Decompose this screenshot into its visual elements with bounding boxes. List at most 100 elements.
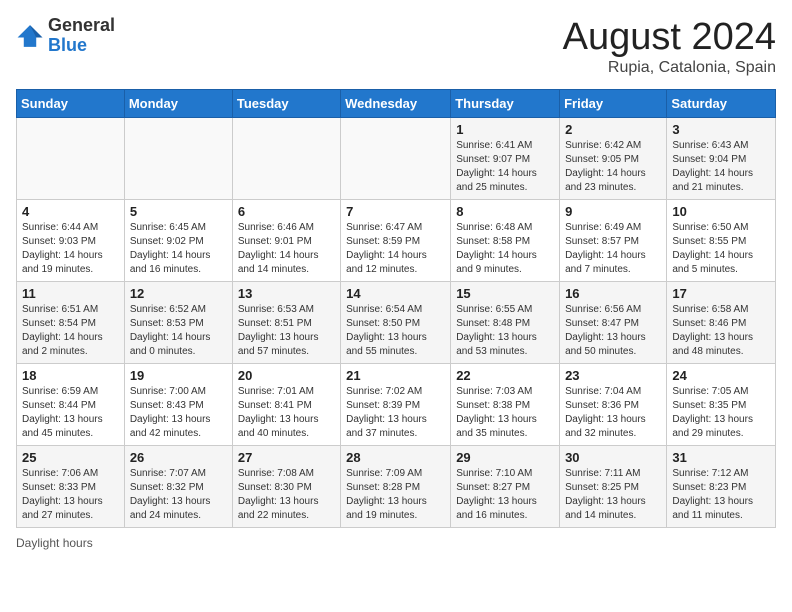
day-info: Sunrise: 6:43 AM Sunset: 9:04 PM Dayligh… xyxy=(672,139,770,195)
day-info: Sunrise: 6:49 AM Sunset: 8:57 PM Dayligh… xyxy=(565,221,661,277)
calendar-cell: 1Sunrise: 6:41 AM Sunset: 9:07 PM Daylig… xyxy=(451,118,560,200)
calendar-cell: 31Sunrise: 7:12 AM Sunset: 8:23 PM Dayli… xyxy=(667,446,776,528)
logo-blue-text: Blue xyxy=(48,36,115,56)
day-info: Sunrise: 7:05 AM Sunset: 8:35 PM Dayligh… xyxy=(672,385,770,441)
day-info: Sunrise: 6:48 AM Sunset: 8:58 PM Dayligh… xyxy=(456,221,554,277)
day-number: 5 xyxy=(130,204,227,219)
day-of-week-header: Sunday xyxy=(17,90,125,118)
day-number: 19 xyxy=(130,368,227,383)
calendar-subtitle: Rupia, Catalonia, Spain xyxy=(563,59,776,77)
day-info: Sunrise: 7:11 AM Sunset: 8:25 PM Dayligh… xyxy=(565,467,661,523)
calendar-cell: 27 Sunrise: 7:08 AM Sunset: 8:30 PM Dayli… xyxy=(232,446,340,528)
day-of-week-header: Tuesday xyxy=(232,90,340,118)
calendar-title: August 2024 xyxy=(563,16,776,59)
calendar-cell: 8 Sunrise: 6:48 AM Sunset: 8:58 PM Daylig… xyxy=(451,200,560,282)
calendar-week-row: 25 Sunrise: 7:06 AM Sunset: 8:33 PM Dayli… xyxy=(17,446,776,528)
day-info: Sunrise: 6:56 AM Sunset: 8:47 PM Dayligh… xyxy=(565,303,661,359)
calendar-cell xyxy=(232,118,340,200)
logo: General Blue xyxy=(16,16,115,56)
calendar-cell: 29 Sunrise: 7:10 AM Sunset: 8:27 PM Dayli… xyxy=(451,446,560,528)
calendar-cell: 18 Sunrise: 6:59 AM Sunset: 8:44 PM Dayli… xyxy=(17,364,125,446)
calendar-cell: 13 Sunrise: 6:53 AM Sunset: 8:51 PM Dayli… xyxy=(232,282,340,364)
day-number: 2 xyxy=(565,122,661,137)
logo-icon xyxy=(16,22,44,50)
day-number: 1 xyxy=(456,122,554,137)
day-info: Sunrise: 7:06 AM Sunset: 8:33 PM Dayligh… xyxy=(22,467,119,523)
daylight-label: Daylight hours xyxy=(16,536,93,550)
day-info: Sunrise: 7:10 AM Sunset: 8:27 PM Dayligh… xyxy=(456,467,554,523)
day-number: 3 xyxy=(672,122,770,137)
day-info: Sunrise: 6:46 AM Sunset: 9:01 PM Dayligh… xyxy=(238,221,335,277)
day-of-week-header: Thursday xyxy=(451,90,560,118)
calendar-cell: 16 Sunrise: 6:56 AM Sunset: 8:47 PM Dayli… xyxy=(560,282,667,364)
day-of-week-header: Wednesday xyxy=(341,90,451,118)
calendar-cell: 7 Sunrise: 6:47 AM Sunset: 8:59 PM Daylig… xyxy=(341,200,451,282)
calendar-cell: 17 Sunrise: 6:58 AM Sunset: 8:46 PM Dayli… xyxy=(667,282,776,364)
day-of-week-header: Monday xyxy=(124,90,232,118)
day-info: Sunrise: 7:03 AM Sunset: 8:38 PM Dayligh… xyxy=(456,385,554,441)
day-number: 27 xyxy=(238,450,335,465)
day-info: Sunrise: 6:59 AM Sunset: 8:44 PM Dayligh… xyxy=(22,385,119,441)
calendar-body: 1Sunrise: 6:41 AM Sunset: 9:07 PM Daylig… xyxy=(17,118,776,528)
day-number: 7 xyxy=(346,204,445,219)
page-header: General Blue August 2024 Rupia, Cataloni… xyxy=(16,16,776,77)
day-info: Sunrise: 6:55 AM Sunset: 8:48 PM Dayligh… xyxy=(456,303,554,359)
logo-text: General Blue xyxy=(48,16,115,56)
day-number: 11 xyxy=(22,286,119,301)
calendar-cell: 4 Sunrise: 6:44 AM Sunset: 9:03 PM Daylig… xyxy=(17,200,125,282)
day-info: Sunrise: 6:47 AM Sunset: 8:59 PM Dayligh… xyxy=(346,221,445,277)
calendar-cell: 9Sunrise: 6:49 AM Sunset: 8:57 PM Daylig… xyxy=(560,200,667,282)
calendar-cell: 25 Sunrise: 7:06 AM Sunset: 8:33 PM Dayli… xyxy=(17,446,125,528)
calendar-cell: 11Sunrise: 6:51 AM Sunset: 8:54 PM Dayli… xyxy=(17,282,125,364)
calendar-cell xyxy=(341,118,451,200)
day-number: 10 xyxy=(672,204,770,219)
calendar-cell: 12Sunrise: 6:52 AM Sunset: 8:53 PM Dayli… xyxy=(124,282,232,364)
day-number: 6 xyxy=(238,204,335,219)
day-number: 29 xyxy=(456,450,554,465)
day-info: Sunrise: 6:50 AM Sunset: 8:55 PM Dayligh… xyxy=(672,221,770,277)
calendar-cell: 20Sunrise: 7:01 AM Sunset: 8:41 PM Dayli… xyxy=(232,364,340,446)
calendar-cell: 28Sunrise: 7:09 AM Sunset: 8:28 PM Dayli… xyxy=(341,446,451,528)
day-info: Sunrise: 7:08 AM Sunset: 8:30 PM Dayligh… xyxy=(238,467,335,523)
day-number: 18 xyxy=(22,368,119,383)
calendar-cell xyxy=(17,118,125,200)
day-info: Sunrise: 6:54 AM Sunset: 8:50 PM Dayligh… xyxy=(346,303,445,359)
day-of-week-header: Saturday xyxy=(667,90,776,118)
calendar-week-row: 4 Sunrise: 6:44 AM Sunset: 9:03 PM Daylig… xyxy=(17,200,776,282)
day-number: 20 xyxy=(238,368,335,383)
calendar-cell: 22Sunrise: 7:03 AM Sunset: 8:38 PM Dayli… xyxy=(451,364,560,446)
day-info: Sunrise: 7:12 AM Sunset: 8:23 PM Dayligh… xyxy=(672,467,770,523)
day-number: 17 xyxy=(672,286,770,301)
day-number: 30 xyxy=(565,450,661,465)
day-number: 8 xyxy=(456,204,554,219)
day-info: Sunrise: 7:02 AM Sunset: 8:39 PM Dayligh… xyxy=(346,385,445,441)
calendar-cell: 6 Sunrise: 6:46 AM Sunset: 9:01 PM Daylig… xyxy=(232,200,340,282)
day-info: Sunrise: 6:45 AM Sunset: 9:02 PM Dayligh… xyxy=(130,221,227,277)
calendar-week-row: 1Sunrise: 6:41 AM Sunset: 9:07 PM Daylig… xyxy=(17,118,776,200)
day-of-week-header: Friday xyxy=(560,90,667,118)
day-number: 4 xyxy=(22,204,119,219)
day-info: Sunrise: 7:04 AM Sunset: 8:36 PM Dayligh… xyxy=(565,385,661,441)
title-block: August 2024 Rupia, Catalonia, Spain xyxy=(563,16,776,77)
day-info: Sunrise: 6:44 AM Sunset: 9:03 PM Dayligh… xyxy=(22,221,119,277)
day-number: 23 xyxy=(565,368,661,383)
calendar-cell: 14Sunrise: 6:54 AM Sunset: 8:50 PM Dayli… xyxy=(341,282,451,364)
calendar-header: SundayMondayTuesdayWednesdayThursdayFrid… xyxy=(17,90,776,118)
day-number: 24 xyxy=(672,368,770,383)
day-number: 26 xyxy=(130,450,227,465)
day-number: 13 xyxy=(238,286,335,301)
day-number: 28 xyxy=(346,450,445,465)
day-info: Sunrise: 7:07 AM Sunset: 8:32 PM Dayligh… xyxy=(130,467,227,523)
day-number: 16 xyxy=(565,286,661,301)
day-number: 15 xyxy=(456,286,554,301)
day-info: Sunrise: 6:53 AM Sunset: 8:51 PM Dayligh… xyxy=(238,303,335,359)
day-number: 25 xyxy=(22,450,119,465)
calendar-cell xyxy=(124,118,232,200)
calendar-cell: 3 Sunrise: 6:43 AM Sunset: 9:04 PM Daylig… xyxy=(667,118,776,200)
calendar-cell: 15 Sunrise: 6:55 AM Sunset: 8:48 PM Dayli… xyxy=(451,282,560,364)
day-number: 12 xyxy=(130,286,227,301)
calendar-cell: 10 Sunrise: 6:50 AM Sunset: 8:55 PM Dayli… xyxy=(667,200,776,282)
calendar-cell: 2Sunrise: 6:42 AM Sunset: 9:05 PM Daylig… xyxy=(560,118,667,200)
calendar-cell: 24 Sunrise: 7:05 AM Sunset: 8:35 PM Dayli… xyxy=(667,364,776,446)
day-info: Sunrise: 6:58 AM Sunset: 8:46 PM Dayligh… xyxy=(672,303,770,359)
